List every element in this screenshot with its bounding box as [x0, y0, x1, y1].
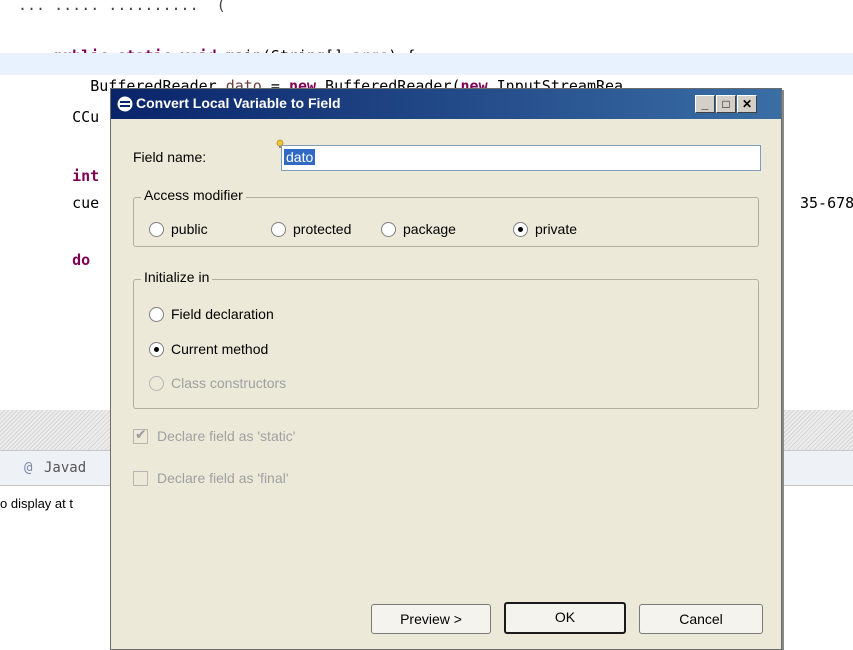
convert-local-variable-dialog: Convert Local Variable to Field _ □ ✕ Fi… — [110, 88, 782, 650]
ok-button[interactable]: OK — [504, 602, 626, 634]
radio-current-method-label: Current method — [171, 341, 269, 357]
preview-button[interactable]: Preview > — [371, 604, 491, 634]
access-modifier-title: Access modifier — [141, 187, 246, 203]
checkmark-icon: ✔ — [135, 427, 147, 443]
dialog-titlebar[interactable]: Convert Local Variable to Field _ □ ✕ — [111, 89, 781, 119]
radio-protected-label: protected — [293, 221, 352, 237]
code-line-do: do — [36, 251, 91, 269]
code-line-number: 35-678 — [800, 194, 853, 212]
radio-package-label: package — [403, 221, 456, 237]
code-line-main: public static void main(String[] args) { — [18, 23, 415, 65]
maximize-button[interactable]: □ — [716, 95, 736, 113]
javadoc-message: o display at t — [0, 496, 73, 511]
minimize-button[interactable]: _ — [695, 95, 715, 113]
field-name-value: dato — [284, 149, 316, 165]
radio-private-label: private — [535, 221, 578, 237]
checkbox-final-label: Declare field as 'final' — [157, 470, 289, 486]
refactor-icon — [117, 96, 133, 112]
close-button[interactable]: ✕ — [737, 95, 757, 113]
field-name-label: Field name: — [133, 149, 207, 165]
checkbox-static-label: Declare field as 'static' — [157, 428, 296, 444]
radio-package[interactable] — [381, 222, 396, 237]
code-line-int: int — [36, 167, 100, 185]
code-line-partial: ... ..... .......... ( — [18, 0, 226, 14]
radio-class-constructors-label: Class constructors — [171, 375, 287, 391]
radio-public-label: public — [171, 221, 208, 237]
radio-current-method[interactable] — [149, 342, 164, 357]
checkbox-static[interactable]: ✔ — [133, 427, 148, 444]
cancel-button[interactable]: Cancel — [639, 604, 763, 634]
javadoc-icon: @ — [24, 460, 33, 476]
radio-class-constructors[interactable] — [149, 376, 164, 391]
radio-private[interactable] — [513, 222, 528, 237]
radio-protected[interactable] — [271, 222, 286, 237]
code-line-cue: cue — [36, 194, 100, 212]
dialog-title: Convert Local Variable to Field — [136, 95, 341, 111]
code-line-ccu: CCu — [36, 108, 100, 126]
radio-public[interactable] — [149, 222, 164, 237]
checkbox-final[interactable] — [133, 471, 148, 486]
field-name-input[interactable]: dato — [281, 145, 761, 171]
tab-javadoc-label: Javad — [44, 460, 87, 476]
radio-field-declaration-label: Field declaration — [171, 306, 274, 322]
radio-field-declaration[interactable] — [149, 307, 164, 322]
code-line-buffered: BufferedReader dato = new BufferedReader… — [0, 53, 853, 95]
initialize-in-title: Initialize in — [141, 269, 213, 285]
